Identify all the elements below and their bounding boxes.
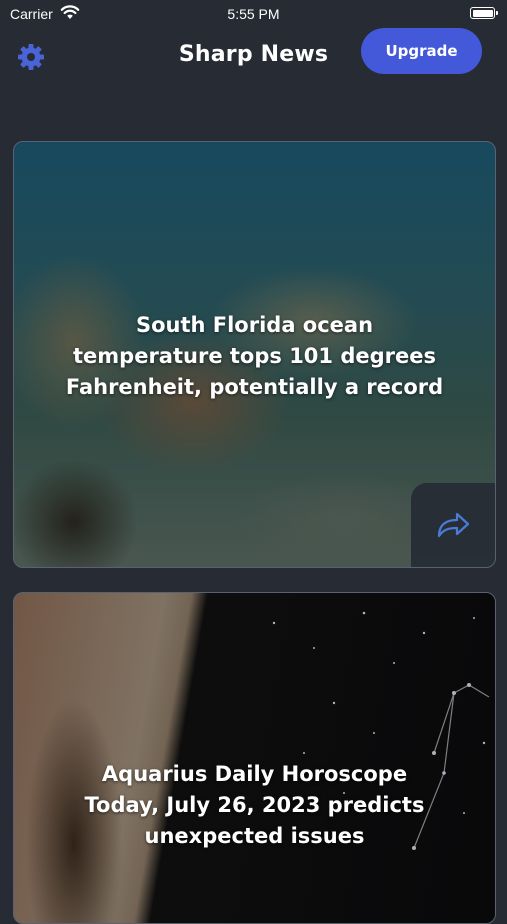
article-title: Aquarius Daily Horoscope Today, July 26,… xyxy=(84,762,425,848)
battery-icon xyxy=(470,7,498,19)
share-button[interactable] xyxy=(411,483,495,567)
article-card[interactable]: South Florida ocean temperature tops 101… xyxy=(13,141,496,568)
status-time: 5:55 PM xyxy=(227,6,280,22)
status-bar: Carrier 5:55 PM xyxy=(0,0,507,28)
article-title: South Florida ocean temperature tops 101… xyxy=(65,313,444,399)
article-card[interactable]: Aquarius Daily Horoscope Today, July 26,… xyxy=(13,592,496,924)
upgrade-button[interactable]: Upgrade xyxy=(361,28,482,74)
app-header: Sharp News Upgrade xyxy=(0,28,507,88)
share-icon xyxy=(437,512,470,538)
